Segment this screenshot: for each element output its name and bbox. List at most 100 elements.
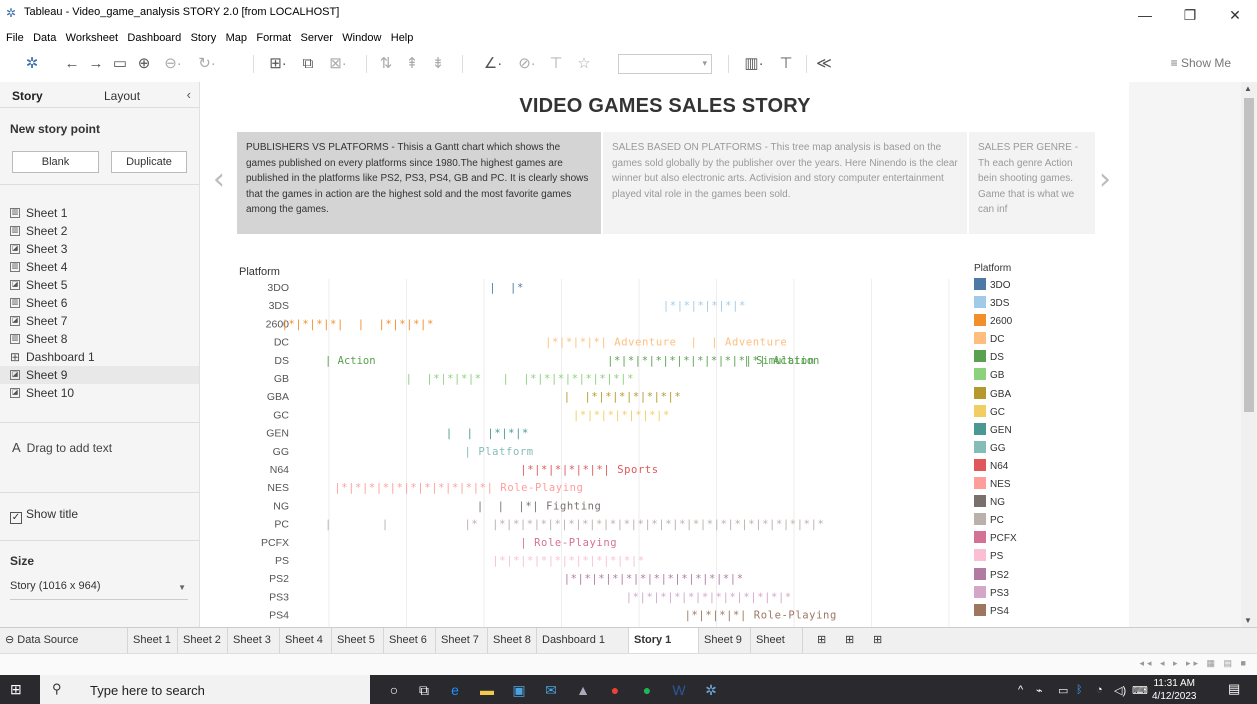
drag-to-add-text[interactable]: A Drag to add text: [12, 440, 112, 455]
group-icon[interactable]: ⊘·: [512, 54, 542, 74]
undo-icon[interactable]: ←: [62, 54, 82, 74]
refresh-icon[interactable]: ↻·: [190, 54, 224, 74]
legend-item[interactable]: 3DO: [974, 278, 1104, 296]
sheet-list-item[interactable]: ◪ Sheet 10: [0, 384, 199, 402]
scroll-thumb[interactable]: [1244, 98, 1254, 412]
fix-axes-icon[interactable]: ☆: [574, 54, 594, 74]
legend-item[interactable]: PS2: [974, 567, 1104, 586]
spotify-icon[interactable]: ●: [636, 680, 658, 700]
sheet-list-item[interactable]: ▥ Sheet 2: [0, 222, 199, 240]
new-worksheet-icon[interactable]: ⊞·: [262, 54, 294, 74]
show-title-checkbox[interactable]: ✓ Show title: [10, 507, 78, 524]
swap-icon[interactable]: ⇅: [376, 54, 396, 74]
sheet-tab[interactable]: Sheet 7: [436, 628, 488, 653]
legend-item[interactable]: PS4: [974, 603, 1104, 622]
previous-story-point-icon[interactable]: ‹: [213, 162, 225, 197]
tray-wifi-icon[interactable]: ◔: [1096, 684, 1103, 696]
mail-icon[interactable]: ✉: [540, 680, 562, 700]
sheet-list-item[interactable]: ▥ Sheet 1: [0, 204, 199, 222]
sheet-tab[interactable]: Sheet 1: [128, 628, 178, 653]
duplicate-sheet-icon[interactable]: ⧉: [298, 54, 318, 74]
cortana-icon[interactable]: ○: [383, 680, 405, 700]
pager-controls[interactable]: ◂◂ ◂ ▸ ▸▸ ▦ ▤ ■: [1139, 658, 1249, 669]
menu-window[interactable]: Window: [342, 29, 381, 47]
file-explorer-icon[interactable]: ▬: [476, 680, 498, 700]
sheet-list-item[interactable]: ◪ Sheet 9: [0, 366, 199, 384]
close-button[interactable]: ✕: [1220, 4, 1250, 26]
collapse-pane-icon[interactable]: ‹: [187, 87, 191, 102]
sheet-tab[interactable]: Sheet 9: [699, 628, 751, 653]
menu-map[interactable]: Map: [226, 29, 247, 47]
tab-layout[interactable]: Layout: [104, 89, 140, 103]
sheet-tab[interactable]: Sheet 8: [488, 628, 537, 653]
blank-button[interactable]: Blank: [12, 151, 99, 173]
legend-item[interactable]: GEN: [974, 422, 1104, 441]
menu-dashboard[interactable]: Dashboard: [127, 29, 181, 47]
tableau-taskbar-icon[interactable]: ✲: [700, 680, 722, 700]
clear-sheet-icon[interactable]: ⊠·: [324, 54, 352, 74]
legend-item[interactable]: GC: [974, 404, 1104, 423]
redo-icon[interactable]: →: [86, 54, 106, 74]
menu-help[interactable]: Help: [391, 29, 414, 47]
edge-icon[interactable]: e: [444, 680, 466, 700]
sort-ascending-icon[interactable]: ⇞: [402, 54, 422, 74]
sheet-list-item[interactable]: ◪ Sheet 3: [0, 240, 199, 258]
legend-item[interactable]: N64: [974, 458, 1104, 477]
sheet-tab[interactable]: Sheet 10: [751, 628, 803, 671]
legend-item[interactable]: GG: [974, 440, 1104, 459]
presentation-mode-icon[interactable]: ⊤: [776, 54, 796, 74]
paste-icon[interactable]: ⊖·: [158, 54, 188, 74]
photos-icon[interactable]: ▲: [572, 680, 594, 700]
show-cards-icon[interactable]: ▥·: [738, 54, 770, 74]
task-view-icon[interactable]: ⧉: [413, 680, 435, 700]
legend-item[interactable]: PC: [974, 513, 1104, 531]
sheet-tab[interactable]: Sheet 3: [228, 628, 280, 653]
tableau-home-icon[interactable]: ✲: [22, 54, 42, 74]
save-icon[interactable]: ▭: [110, 54, 130, 74]
fit-dropdown[interactable]: ▾: [618, 54, 712, 74]
sheet-tab[interactable]: Sheet 6: [384, 628, 436, 653]
new-story-tab-icon[interactable]: ⊞: [868, 628, 887, 653]
legend-item[interactable]: 2600: [974, 314, 1104, 332]
vertical-scrollbar[interactable]: ▲ ▼: [1241, 82, 1257, 627]
menu-server[interactable]: Server: [301, 29, 333, 47]
sheet-tab[interactable]: Sheet 4: [280, 628, 332, 653]
notifications-icon[interactable]: ▤: [1228, 681, 1240, 697]
legend-item[interactable]: GBA: [974, 386, 1104, 405]
sheet-tab[interactable]: Dashboard 1: [537, 628, 629, 653]
tab-story[interactable]: Story: [12, 89, 43, 103]
sheet-list-item[interactable]: ▥ Sheet 6: [0, 294, 199, 312]
next-story-point-icon[interactable]: ›: [1099, 162, 1111, 197]
taskbar-clock[interactable]: 11:31 AM 4/12/2023: [1152, 677, 1197, 703]
story-point-caption[interactable]: SALES PER GENRE - Th each genre Action b…: [969, 132, 1095, 234]
menu-format[interactable]: Format: [256, 29, 291, 47]
menu-worksheet[interactable]: Worksheet: [66, 29, 118, 47]
word-icon[interactable]: W: [668, 680, 690, 700]
share-icon[interactable]: ≪: [814, 54, 834, 74]
legend-item[interactable]: GB: [974, 368, 1104, 386]
story-point-caption[interactable]: SALES BASED ON PLATFORMS - This tree map…: [603, 132, 967, 234]
tray-network-icon[interactable]: ⌁: [1036, 684, 1043, 697]
story-point-caption-active[interactable]: PUBLISHERS VS PLATFORMS - Thisis a Gantt…: [237, 132, 601, 234]
duplicate-button[interactable]: Duplicate: [111, 151, 187, 173]
size-dropdown[interactable]: Story (1016 x 964) ▼: [10, 580, 188, 600]
legend-item[interactable]: PCFX: [974, 531, 1104, 549]
restore-button[interactable]: ❐: [1175, 4, 1205, 26]
new-dashboard-tab-icon[interactable]: ⊞: [840, 628, 859, 653]
legend-item[interactable]: NES: [974, 477, 1104, 495]
legend-item[interactable]: PS: [974, 549, 1104, 567]
tray-up-arrow-icon[interactable]: ^: [1018, 684, 1023, 696]
tab-data-source[interactable]: ⊖ Data Source: [0, 628, 128, 653]
sheet-list-item[interactable]: ⊞ Dashboard 1: [0, 348, 199, 366]
sheet-list-item[interactable]: ▥ Sheet 4: [0, 258, 199, 276]
minimize-button[interactable]: —: [1130, 4, 1160, 26]
scroll-down-icon[interactable]: ▼: [1244, 616, 1252, 625]
menu-file[interactable]: File: [6, 29, 24, 47]
taskbar-search[interactable]: ⚲ Type here to search: [40, 675, 370, 704]
windows-start-icon[interactable]: ⊞: [10, 681, 22, 698]
sheet-list-item[interactable]: ◪ Sheet 5: [0, 276, 199, 294]
tray-bluetooth-icon[interactable]: ᛒ: [1076, 684, 1083, 696]
sheet-tab[interactable]: Story 1: [629, 628, 699, 653]
legend-item[interactable]: NG: [974, 495, 1104, 513]
tray-battery-icon[interactable]: ▭: [1058, 684, 1068, 697]
